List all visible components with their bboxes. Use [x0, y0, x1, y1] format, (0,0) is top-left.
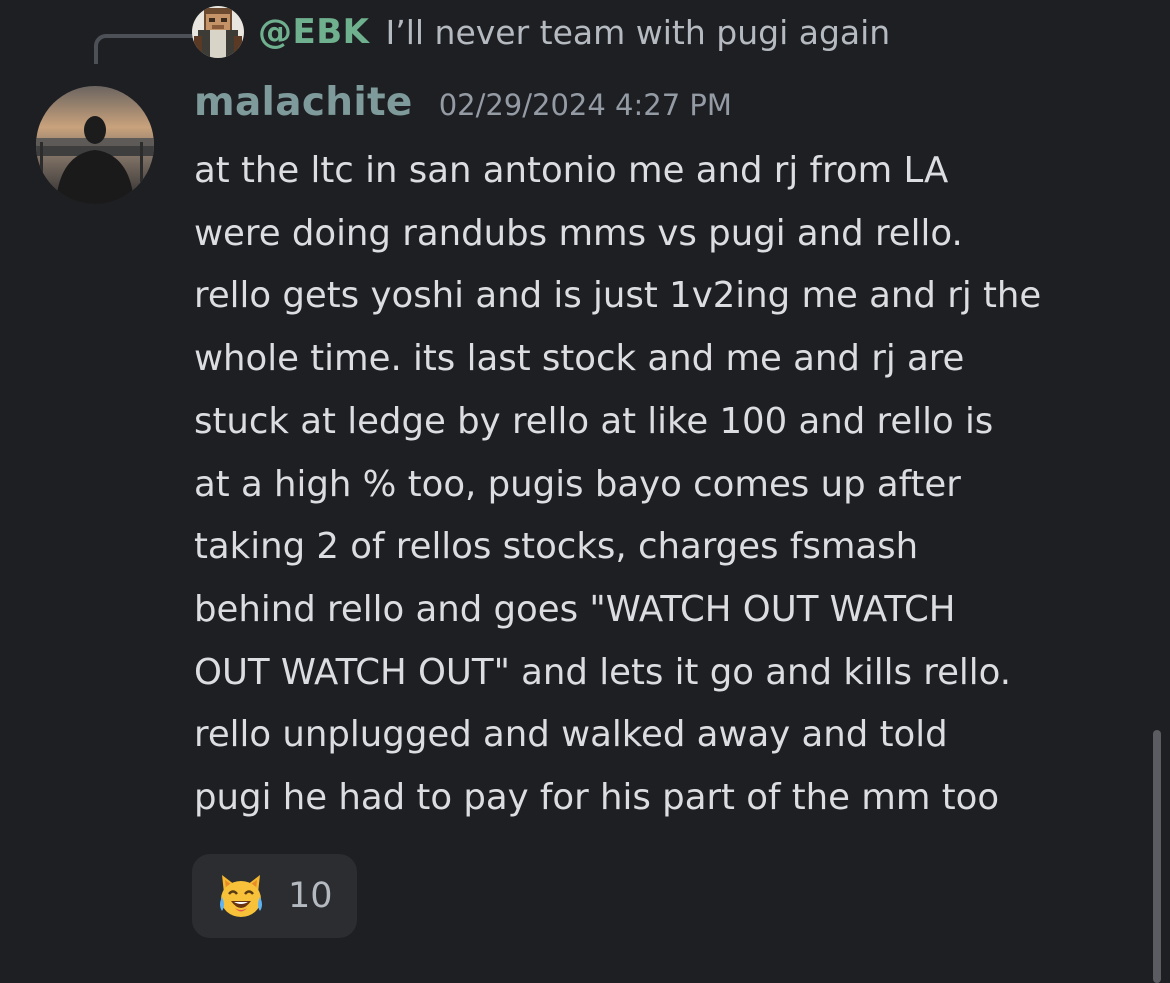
- reply-author[interactable]: @EBK: [258, 12, 370, 52]
- message-line: taking 2 of rellos stocks, charges fsmas…: [194, 526, 919, 568]
- minecraft-head-avatar-icon: [192, 6, 244, 58]
- reply-avatar[interactable]: [192, 6, 244, 58]
- message-line: behind rello and goes "WATCH OUT WATCH: [194, 588, 956, 630]
- message-header: malachite 02/29/2024 4:27 PM: [194, 80, 732, 136]
- username[interactable]: malachite: [194, 80, 413, 125]
- message-line: rello unplugged and walked away and told: [194, 714, 948, 756]
- message-line: were doing randubs mms vs pugi and rello…: [194, 212, 963, 254]
- message-line: whole time. its last stock and me and rj…: [194, 338, 965, 380]
- joy-cat-icon: [220, 875, 262, 917]
- timestamp[interactable]: 02/29/2024 4:27 PM: [439, 88, 732, 122]
- message-line: at a high % too, pugis bayo comes up aft…: [194, 463, 961, 505]
- sunset-silhouette-avatar-icon: [36, 86, 154, 204]
- message-line: at the ltc in san antonio me and rj from…: [194, 150, 949, 191]
- reaction-button[interactable]: 10: [192, 854, 357, 938]
- scrollbar-thumb[interactable]: [1153, 730, 1161, 983]
- message-line: stuck at ledge by rello at like 100 and …: [194, 400, 994, 442]
- message-line: pugi he had to pay for his part of the m…: [194, 777, 1000, 819]
- reply-reference[interactable]: @EBK I’ll never team with pugi again: [192, 6, 890, 58]
- reply-preview-text[interactable]: I’ll never team with pugi again: [386, 13, 891, 52]
- avatar[interactable]: [36, 86, 154, 204]
- message-line: OUT WATCH OUT" and lets it go and kills …: [194, 651, 1012, 693]
- message-line: rello gets yoshi and is just 1v2ing me a…: [194, 275, 1042, 317]
- reaction-count: 10: [288, 876, 333, 916]
- reply-spine: [94, 34, 194, 64]
- message-content: at the ltc in san antonio me and rj from…: [194, 140, 1144, 830]
